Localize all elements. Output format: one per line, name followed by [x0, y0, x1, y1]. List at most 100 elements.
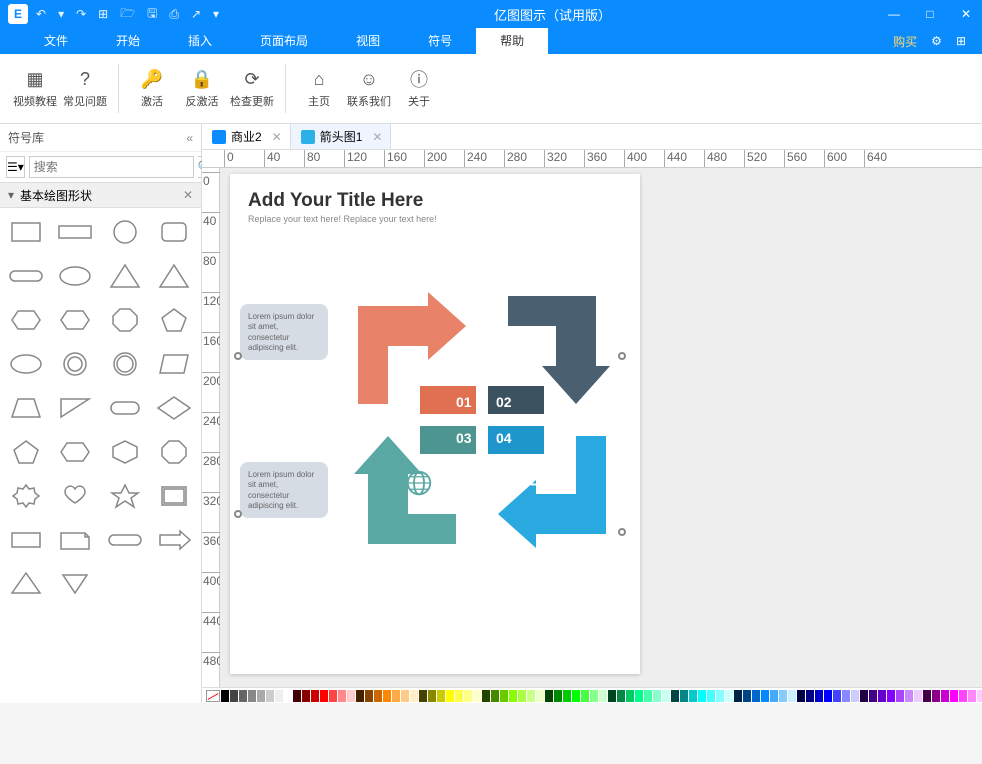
color-swatch[interactable] — [743, 690, 751, 702]
undo-button[interactable]: ↶ — [36, 7, 46, 21]
color-swatch[interactable] — [266, 690, 274, 702]
collapse-left-icon[interactable]: « — [186, 131, 193, 145]
new-button[interactable]: ⊞ — [98, 7, 108, 21]
ribbon-btn-9[interactable]: ⓘ关于 — [396, 60, 442, 117]
color-swatch[interactable] — [257, 690, 265, 702]
color-swatch[interactable] — [572, 690, 580, 702]
color-swatch[interactable] — [815, 690, 823, 702]
shape-item[interactable] — [105, 478, 145, 514]
close-button[interactable]: ✕ — [958, 7, 974, 21]
color-swatch[interactable] — [221, 690, 229, 702]
shape-item[interactable] — [105, 390, 145, 426]
ribbon-btn-5[interactable]: ⟳检查更新 — [229, 60, 275, 117]
shape-item[interactable] — [55, 434, 95, 470]
shape-item[interactable] — [154, 434, 194, 470]
color-swatch[interactable] — [329, 690, 337, 702]
color-swatch[interactable] — [383, 690, 391, 702]
shape-item[interactable] — [55, 258, 95, 294]
save-button[interactable]: 🖫 — [147, 4, 157, 25]
color-swatch[interactable] — [302, 690, 310, 702]
dropdown-icon[interactable]: ▾ — [58, 7, 64, 21]
color-swatch[interactable] — [356, 690, 364, 702]
color-swatch[interactable] — [680, 690, 688, 702]
redo-button[interactable]: ↷ — [76, 7, 86, 21]
connector-dot[interactable] — [618, 352, 626, 360]
color-swatch[interactable] — [734, 690, 742, 702]
menu-tab-3[interactable]: 页面布局 — [236, 28, 332, 54]
color-swatch[interactable] — [428, 690, 436, 702]
color-swatch[interactable] — [401, 690, 409, 702]
close-tab-icon[interactable]: ✕ — [372, 130, 382, 144]
color-swatch[interactable] — [599, 690, 607, 702]
color-swatch[interactable] — [482, 690, 490, 702]
color-swatch[interactable] — [887, 690, 895, 702]
color-swatch[interactable] — [446, 690, 454, 702]
color-swatch[interactable] — [797, 690, 805, 702]
color-swatch[interactable] — [239, 690, 247, 702]
shape-item[interactable] — [6, 478, 46, 514]
shape-item[interactable] — [105, 434, 145, 470]
color-swatch[interactable] — [347, 690, 355, 702]
no-fill-swatch[interactable] — [206, 690, 220, 702]
document-tab[interactable]: 商业2✕ — [202, 124, 291, 149]
color-swatch[interactable] — [509, 690, 517, 702]
color-swatch[interactable] — [581, 690, 589, 702]
color-swatch[interactable] — [725, 690, 733, 702]
color-swatch[interactable] — [284, 690, 292, 702]
color-swatch[interactable] — [950, 690, 958, 702]
color-swatch[interactable] — [410, 690, 418, 702]
color-swatch[interactable] — [923, 690, 931, 702]
maximize-button[interactable]: □ — [922, 7, 938, 21]
color-swatch[interactable] — [536, 690, 544, 702]
color-swatch[interactable] — [842, 690, 850, 702]
color-swatch[interactable] — [707, 690, 715, 702]
color-swatch[interactable] — [689, 690, 697, 702]
color-swatch[interactable] — [833, 690, 841, 702]
print-button[interactable]: ⎙ — [169, 7, 179, 22]
color-swatch[interactable] — [635, 690, 643, 702]
menu-tab-5[interactable]: 符号 — [404, 28, 476, 54]
shape-item[interactable] — [154, 258, 194, 294]
shape-item[interactable] — [154, 302, 194, 338]
color-swatch[interactable] — [626, 690, 634, 702]
ribbon-btn-1[interactable]: ?常见问题 — [62, 60, 108, 117]
shape-item[interactable] — [6, 258, 46, 294]
shape-item[interactable] — [6, 522, 46, 558]
canvas[interactable]: Add Your Title Here Replace your text he… — [220, 168, 982, 687]
color-swatch[interactable] — [671, 690, 679, 702]
shape-item[interactable] — [55, 522, 95, 558]
color-swatch[interactable] — [311, 690, 319, 702]
color-swatch[interactable] — [338, 690, 346, 702]
color-swatch[interactable] — [941, 690, 949, 702]
shape-item[interactable] — [6, 390, 46, 426]
color-swatch[interactable] — [653, 690, 661, 702]
shape-item[interactable] — [55, 346, 95, 382]
color-swatch[interactable] — [455, 690, 463, 702]
shape-item[interactable] — [6, 434, 46, 470]
settings-icon[interactable]: ⚙ — [931, 34, 942, 48]
color-swatch[interactable] — [464, 690, 472, 702]
color-swatch[interactable] — [761, 690, 769, 702]
shape-item[interactable] — [154, 522, 194, 558]
menu-tab-1[interactable]: 开始 — [92, 28, 164, 54]
shape-item[interactable] — [154, 214, 194, 250]
color-swatch[interactable] — [590, 690, 598, 702]
shape-item[interactable] — [6, 566, 46, 602]
color-swatch[interactable] — [419, 690, 427, 702]
menu-tab-0[interactable]: 文件 — [20, 28, 92, 54]
shape-item[interactable] — [55, 302, 95, 338]
dropdown-icon[interactable]: ▾ — [213, 7, 219, 21]
color-swatch[interactable] — [752, 690, 760, 702]
color-swatch[interactable] — [617, 690, 625, 702]
buy-link[interactable]: 购买 — [893, 33, 917, 50]
shape-item[interactable] — [55, 214, 95, 250]
library-dropdown[interactable]: ☰▾ — [6, 156, 25, 178]
shape-item[interactable] — [6, 214, 46, 250]
color-swatch[interactable] — [716, 690, 724, 702]
minimize-button[interactable]: — — [886, 7, 902, 21]
color-swatch[interactable] — [230, 690, 238, 702]
color-swatch[interactable] — [806, 690, 814, 702]
ribbon-btn-7[interactable]: ⌂主页 — [296, 60, 342, 117]
close-tab-icon[interactable]: ✕ — [272, 130, 282, 144]
color-swatch[interactable] — [932, 690, 940, 702]
